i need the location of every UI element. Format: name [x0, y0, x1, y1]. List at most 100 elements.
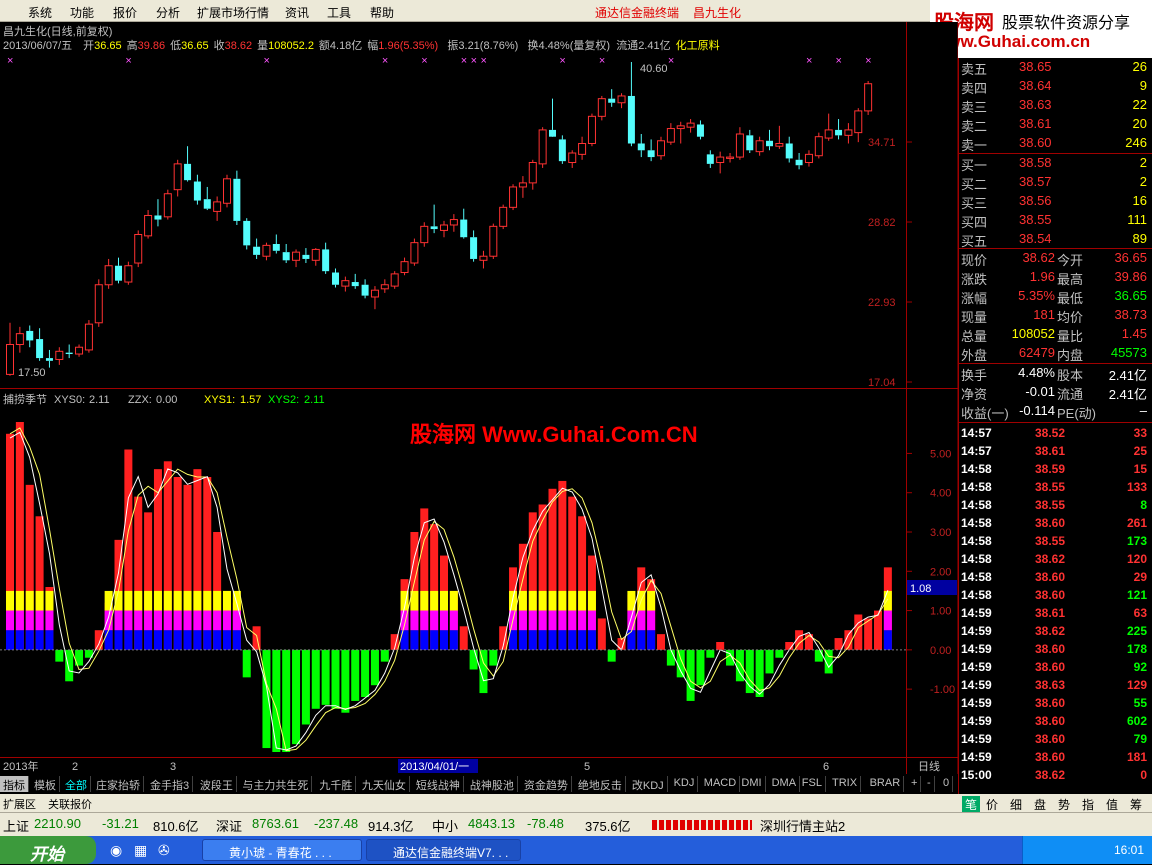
windows-taskbar: 开始 ◉ ▦ ✇ 黄小琥 - 青春花 . . . 通达信金融终端V7. . . …: [0, 836, 1152, 864]
tick-cell: 14:58: [961, 588, 992, 602]
indicator-tab[interactable]: 庄家抬轿: [93, 776, 144, 792]
indicator-tab[interactable]: 改KDJ: [629, 776, 668, 792]
quote-stat-cell: 45573: [1110, 345, 1147, 360]
indicator-bar: [765, 649, 774, 674]
tick-cell: 120: [1126, 552, 1147, 566]
indicator-tab[interactable]: 全部: [62, 776, 91, 792]
quote-stat2-cell: PE(动): [1057, 406, 1097, 421]
right-tab[interactable]: 笔: [962, 796, 981, 813]
server-name[interactable]: 深圳行情主站2: [760, 816, 845, 835]
zoom-control[interactable]: 0: [940, 776, 954, 792]
buy-level-cell: 2: [1139, 155, 1147, 170]
right-tab[interactable]: 筹: [1130, 796, 1142, 813]
menu-quote[interactable]: 报价: [113, 4, 137, 21]
indicator-tab[interactable]: 战神股池: [467, 776, 518, 792]
buy-level-cell: 买三: [961, 196, 988, 211]
tab-related-quote[interactable]: 关联报价: [48, 796, 92, 812]
menu-news[interactable]: 资讯: [285, 4, 309, 21]
indicator-bar: [420, 508, 429, 650]
indicator-bar: [597, 618, 606, 650]
indicator-tab[interactable]: TRIX: [829, 776, 862, 792]
indicator-bar: [657, 634, 665, 650]
indicator-tab[interactable]: 绝地反击: [575, 776, 626, 792]
right-tab[interactable]: 势: [1058, 796, 1070, 813]
indicator-bar: [558, 480, 567, 650]
indicator-tab[interactable]: DMA: [769, 776, 801, 792]
tab-extension[interactable]: 扩展区: [3, 796, 36, 812]
indicator-tab[interactable]: 九天仙女: [359, 776, 410, 792]
media-icon[interactable]: ✇: [158, 842, 170, 859]
menu-system[interactable]: 系统: [28, 4, 52, 21]
indicator-bar: [440, 555, 448, 650]
sh-label: 上证: [3, 819, 30, 834]
indicator-tab[interactable]: 模板: [31, 776, 60, 792]
indicator-tab[interactable]: 指标: [0, 776, 29, 792]
signal-mark: ×: [471, 55, 477, 67]
menu-function[interactable]: 功能: [70, 4, 94, 21]
tick-cell: 14:58: [961, 480, 992, 494]
tick-row: 14:58 38.55 8: [961, 496, 1151, 514]
quote-stat2: 收益(一) -0.114 PE(动) –: [961, 402, 1151, 421]
zoom-control[interactable]: -: [924, 776, 935, 792]
high-label: 高: [127, 38, 138, 52]
xys0-label: XYS0:: [54, 394, 85, 406]
indicator-tab[interactable]: 资金趋势: [521, 776, 572, 792]
chart-area[interactable]: 昌九生化(日线,前复权) 2013/06/07/五开 36.65 高 39.86 低 36…: [0, 22, 958, 774]
indicator-tab[interactable]: 九千胜: [316, 776, 357, 792]
menu-analysis[interactable]: 分析: [156, 4, 180, 21]
zx-label: 中小: [432, 819, 459, 834]
menu-tools[interactable]: 工具: [327, 4, 351, 21]
tick-cell: 38.60: [1035, 696, 1066, 710]
tick-cell: 14:59: [961, 714, 992, 728]
indicator-bar: [607, 649, 616, 662]
indicator-bar: [203, 477, 212, 650]
indicator-bar: [410, 532, 419, 650]
tick-cell: 92: [1133, 660, 1147, 674]
tick-cell: 121: [1126, 588, 1147, 602]
desktop-icon[interactable]: ▦: [134, 842, 147, 859]
right-tab[interactable]: 价: [986, 796, 998, 813]
indicator-tab[interactable]: 短线战神: [413, 776, 464, 792]
signal-mark: ×: [263, 55, 269, 67]
tick-cell: 38.60: [1035, 588, 1066, 602]
chart-title: 昌九生化(日线,前复权): [3, 24, 112, 38]
taskbar-item-terminal[interactable]: 通达信金融终端V7. . .: [366, 839, 521, 861]
indicator-tab[interactable]: KDJ: [671, 776, 699, 792]
tick-cell: 79: [1133, 732, 1147, 746]
quote-stat-cell: 总量: [961, 329, 988, 344]
indicator-tab[interactable]: 金手指3: [147, 776, 194, 792]
indicator-bar: [242, 649, 251, 678]
signal-mark: ×: [836, 55, 842, 67]
right-tab[interactable]: 值: [1106, 796, 1118, 813]
ie-icon[interactable]: ◉: [110, 842, 122, 859]
chg-label: 幅: [367, 39, 378, 52]
right-tab[interactable]: 细: [1010, 796, 1022, 813]
menu-ext-market[interactable]: 扩展市场行情: [197, 4, 269, 21]
menu-help[interactable]: 帮助: [370, 4, 394, 21]
right-tab[interactable]: 指: [1082, 796, 1094, 813]
signal-mark: ×: [421, 55, 427, 67]
right-tab[interactable]: 盘: [1034, 796, 1046, 813]
tick-cell: 14:58: [961, 516, 992, 530]
time-period[interactable]: 日线: [918, 759, 940, 773]
sz-amount: 914.3亿: [368, 819, 414, 834]
watermark: 股海网 Www.Guhai.Com.CN: [410, 422, 698, 447]
indicator-tab[interactable]: MACD: [701, 776, 741, 792]
indicator-tab[interactable]: FSL: [799, 776, 826, 792]
tick-cell: 14:58: [961, 570, 992, 584]
indicator-bar: [232, 590, 241, 650]
quote-stat2: 净资 -0.01 流通 2.41亿: [961, 383, 1151, 402]
zoom-control[interactable]: +: [908, 776, 922, 792]
indicator-bar: [183, 484, 192, 650]
indicator-axis-label: 0.00: [930, 645, 951, 657]
start-button[interactable]: 开始: [0, 836, 96, 864]
indicator-tab[interactable]: 与主力共生死: [239, 776, 313, 792]
sell-level-cell: 38.60: [1019, 135, 1052, 150]
buy-level: 买三 38.56 16: [961, 192, 1151, 211]
indicator-tab[interactable]: 波段王: [197, 776, 237, 792]
indicator-tab[interactable]: DMI: [738, 776, 766, 792]
quote-stat: 现量 181 均价 38.73: [961, 306, 1151, 325]
taskbar-item-player[interactable]: 黄小琥 - 青春花 . . .: [202, 839, 362, 861]
indicator-tab[interactable]: BRAR: [867, 776, 905, 792]
candle: [558, 135, 566, 164]
